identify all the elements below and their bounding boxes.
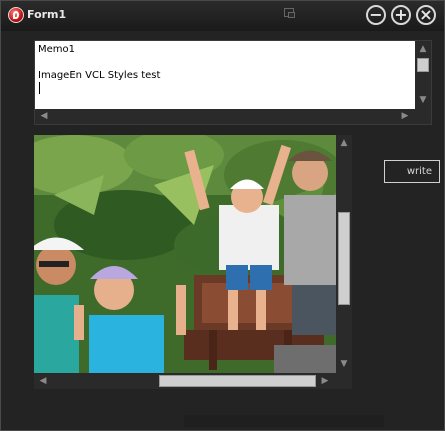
minimize-button[interactable]: −: [366, 5, 386, 25]
image-vertical-scrollbar[interactable]: ▲ ▼: [336, 135, 352, 373]
image-scroll-left-arrow-icon[interactable]: ◀: [37, 375, 49, 387]
image-scroll-down-arrow-icon[interactable]: ▼: [338, 358, 350, 370]
image-scroll-up-arrow-icon[interactable]: ▲: [338, 137, 350, 149]
write-button[interactable]: write: [384, 160, 440, 183]
scroll-down-arrow-icon[interactable]: ▼: [417, 94, 429, 106]
scroll-left-arrow-icon[interactable]: ◀: [38, 110, 50, 122]
status-bar: [184, 415, 384, 427]
memo-horizontal-scrollbar[interactable]: ◀ ▶: [35, 109, 431, 124]
restore-windows-icon[interactable]: [284, 8, 295, 18]
main-window: Form1 − + × Memo1 ImageEn VCL Styles tes…: [0, 0, 445, 431]
app-icon[interactable]: [8, 7, 24, 23]
memo-vscroll-thumb[interactable]: [417, 58, 429, 72]
memo-vertical-scrollbar[interactable]: ▲ ▼: [415, 41, 431, 109]
image-scroll-right-arrow-icon[interactable]: ▶: [319, 375, 331, 387]
image-hscroll-thumb[interactable]: [159, 375, 316, 387]
image-horizontal-scrollbar[interactable]: ◀ ▶: [34, 373, 336, 389]
close-button[interactable]: ×: [416, 5, 436, 25]
title-bar[interactable]: Form1 − + ×: [1, 1, 444, 31]
image-vscroll-thumb[interactable]: [338, 212, 350, 305]
photo-image: [34, 135, 344, 373]
window-title: Form1: [27, 8, 67, 21]
memo-textarea[interactable]: Memo1 ImageEn VCL Styles test ▲ ▼ ◀ ▶: [34, 40, 432, 125]
maximize-button[interactable]: +: [391, 5, 411, 25]
image-viewer[interactable]: ▲ ▼ ◀ ▶: [34, 135, 352, 389]
memo-text: Memo1 ImageEn VCL Styles test: [38, 44, 161, 81]
scroll-right-arrow-icon[interactable]: ▶: [399, 110, 411, 122]
scroll-up-arrow-icon[interactable]: ▲: [417, 43, 429, 55]
text-caret: [39, 82, 40, 94]
